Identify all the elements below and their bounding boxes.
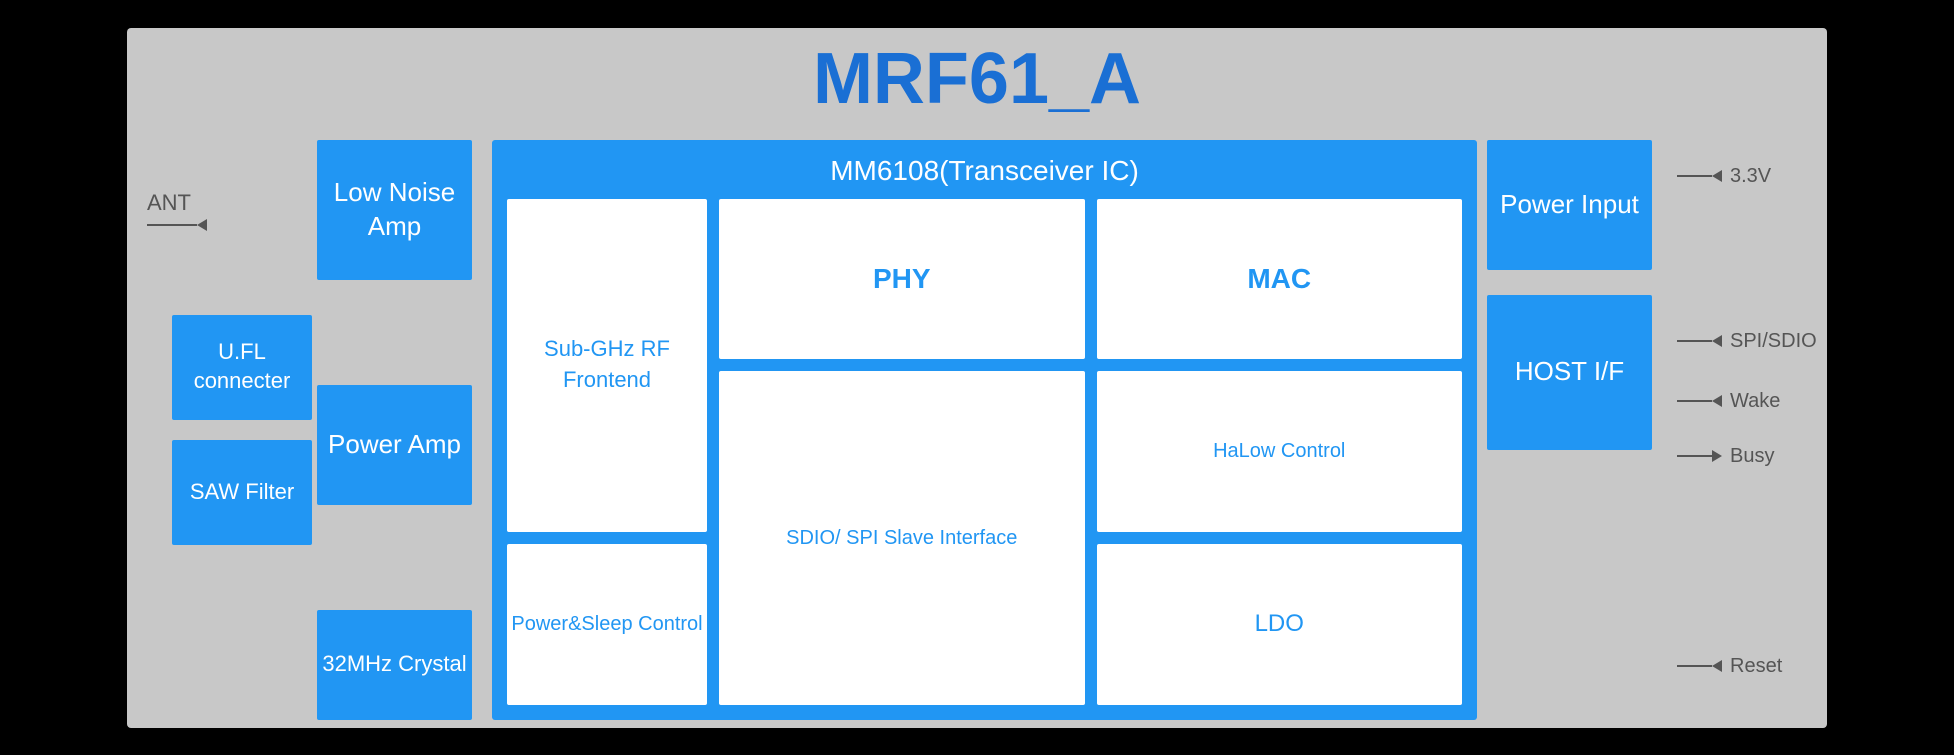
signal-wake-label: Wake xyxy=(1730,390,1780,413)
left-section: ANT U.FL connecter SAW Filter xyxy=(147,135,307,725)
transceiver-section: MM6108(Transceiver IC) Sub-GHz RF Fronte… xyxy=(482,135,1487,725)
transceiver-title: MM6108(Transceiver IC) xyxy=(507,155,1462,187)
transceiver-outer: MM6108(Transceiver IC) Sub-GHz RF Fronte… xyxy=(492,140,1477,720)
ufl-connector-block: U.FL connecter xyxy=(172,315,312,420)
signal-3v3-row: 3.3V xyxy=(1677,165,1771,188)
arrowhead-left-icon xyxy=(1712,395,1722,407)
power-input-block: Power Input xyxy=(1487,140,1652,270)
host-if-block: HOST I/F xyxy=(1487,295,1652,450)
power-sleep-block: Power&Sleep Control xyxy=(507,544,707,705)
board-title: MRF61_A xyxy=(813,38,1141,120)
saw-filter-block: SAW Filter xyxy=(172,440,312,545)
line-icon xyxy=(1677,175,1712,177)
ldo-block: LDO xyxy=(1097,544,1463,705)
content-area: ANT U.FL connecter SAW Filter Low Noise … xyxy=(127,135,1827,725)
signal-wake-arrow xyxy=(1677,395,1722,407)
mac-block: MAC xyxy=(1097,199,1463,360)
main-board: MRF61_A ANT U.FL connecter SAW Filter Lo… xyxy=(127,28,1827,728)
line-icon xyxy=(1677,665,1712,667)
signal-busy-label: Busy xyxy=(1730,445,1774,468)
signal-spi-label: SPI/SDIO xyxy=(1730,330,1817,353)
middle-left-section: Low Noise Amp Power Amp 32MHz Crystal xyxy=(307,135,482,725)
arrowhead-left-icon xyxy=(1712,335,1722,347)
power-amp-block: Power Amp xyxy=(317,385,472,505)
halow-control-block: HaLow Control xyxy=(1097,371,1463,532)
signal-spi-row: SPI/SDIO xyxy=(1677,330,1817,353)
signal-reset-row: Reset xyxy=(1677,655,1782,678)
arrowhead-left-icon xyxy=(1712,660,1722,672)
signal-3v3-label: 3.3V xyxy=(1730,165,1771,188)
signal-spi-arrow xyxy=(1677,335,1722,347)
crystal-block: 32MHz Crystal xyxy=(317,610,472,720)
line-icon xyxy=(1677,455,1712,457)
signal-busy-row: Busy xyxy=(1677,445,1774,468)
line-icon xyxy=(1677,400,1712,402)
low-noise-amp-block: Low Noise Amp xyxy=(317,140,472,280)
phy-block: PHY xyxy=(719,199,1085,360)
far-right-section: 3.3V SPI/SDIO Wake xyxy=(1677,135,1807,725)
ant-arrowhead-icon xyxy=(197,219,207,231)
ant-label: ANT xyxy=(147,190,207,231)
ant-arrow xyxy=(147,219,207,231)
signal-3v3-arrow xyxy=(1677,170,1722,182)
transceiver-grid: Sub-GHz RF Frontend PHY MAC HaLow Contro… xyxy=(507,199,1462,705)
sub-ghz-block: Sub-GHz RF Frontend xyxy=(507,199,707,532)
signal-reset-arrow xyxy=(1677,660,1722,672)
signal-busy-arrow xyxy=(1677,450,1722,462)
arrowhead-left-icon xyxy=(1712,170,1722,182)
signal-wake-row: Wake xyxy=(1677,390,1780,413)
line-icon xyxy=(1677,340,1712,342)
signal-reset-label: Reset xyxy=(1730,655,1782,678)
sdio-spi-block: SDIO/ SPI Slave Interface xyxy=(719,371,1085,704)
right-section: Power Input HOST I/F xyxy=(1487,135,1677,725)
arrowhead-right-icon xyxy=(1712,450,1722,462)
